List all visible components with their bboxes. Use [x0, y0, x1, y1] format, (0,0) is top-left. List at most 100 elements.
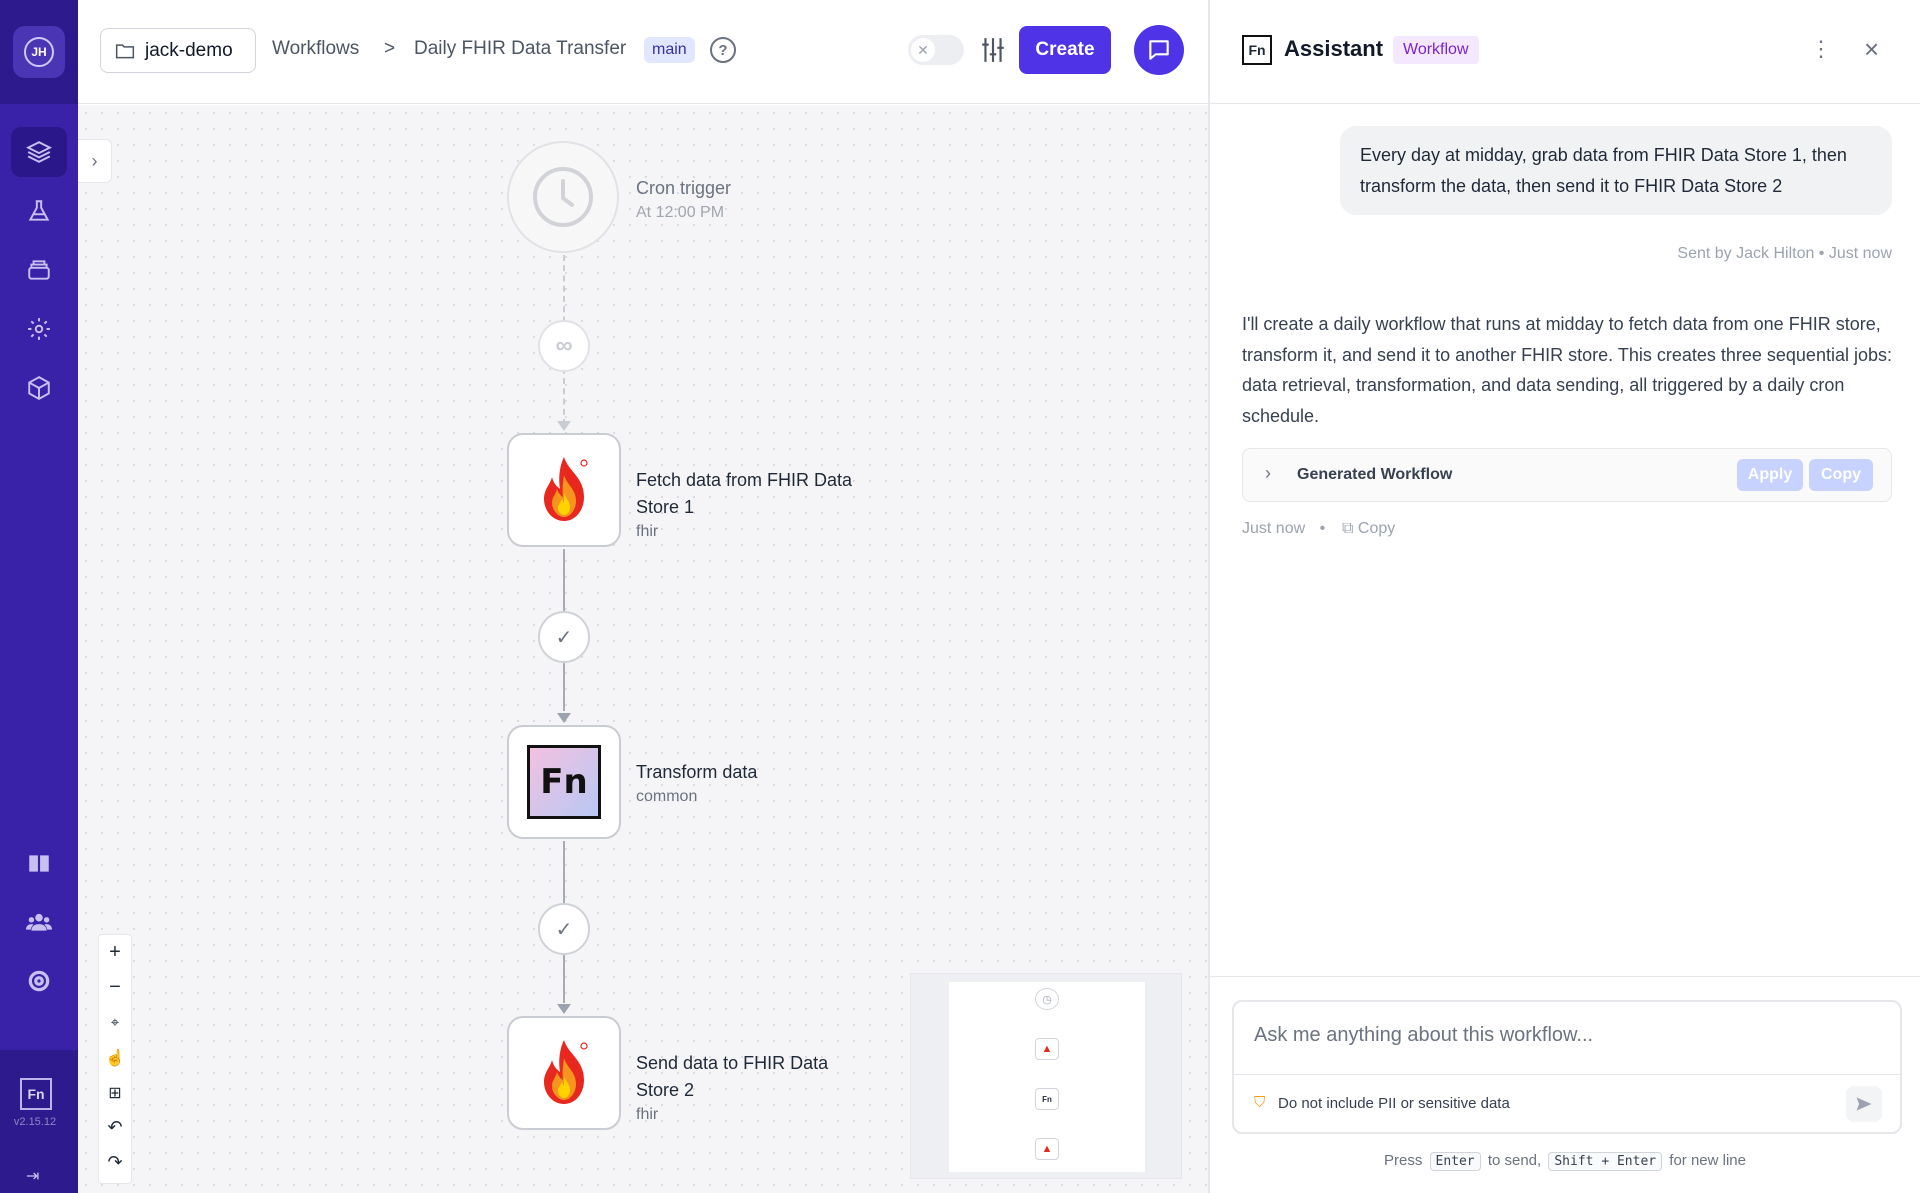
job-transform-title: Transform data: [636, 762, 758, 782]
project-switcher[interactable]: jack-demo: [100, 28, 256, 73]
app-logo: Fn: [20, 1078, 52, 1110]
expand-panel-chevron-icon[interactable]: ›: [78, 139, 112, 183]
trigger-node[interactable]: [507, 141, 619, 253]
sliders-icon[interactable]: [980, 36, 1006, 64]
keyboard-hint: Press Enter to send, Shift + Enter for n…: [1383, 1152, 1746, 1171]
breadcrumb-workflow-name[interactable]: Daily FHIR Data Transfer: [414, 38, 626, 60]
minimap-viewport: ◷ ▲ Fn ▲: [949, 982, 1145, 1172]
edge-always[interactable]: ∞: [538, 320, 590, 372]
infinity-icon: ∞: [555, 332, 573, 359]
edge-arrow-2: [557, 713, 571, 723]
workflow-enabled-toggle[interactable]: ✕: [908, 35, 964, 65]
job-fetch-title: Fetch data from FHIR Data Store 1: [636, 470, 853, 517]
job-send-adaptor: fhir: [636, 1106, 659, 1123]
book-icon: [29, 855, 49, 872]
gear-icon: [28, 318, 50, 340]
folder-icon: [115, 43, 135, 58]
more-options-icon[interactable]: ⋮: [1810, 36, 1832, 62]
trigger-title: Cron trigger: [636, 178, 732, 198]
job-fetch-adaptor: fhir: [636, 523, 659, 540]
sidebar-header: JH: [0, 0, 78, 104]
edge-on-success-1[interactable]: ✓: [538, 611, 590, 663]
cube-icon: [28, 376, 50, 400]
users-icon: [26, 913, 52, 931]
fit-view-icon[interactable]: ⌖: [99, 1005, 131, 1040]
close-icon: ✕: [911, 38, 935, 62]
input-separator: [1210, 976, 1920, 977]
chevron-right-icon[interactable]: ›: [1265, 463, 1271, 484]
generated-workflow-block[interactable]: › Generated Workflow Apply Copy: [1242, 448, 1892, 502]
minimap[interactable]: ◷ ▲ Fn ▲: [910, 973, 1182, 1179]
shield-warning-icon: ⛉: [1254, 1094, 1266, 1111]
apply-button[interactable]: Apply: [1737, 459, 1803, 491]
edge-on-success-2[interactable]: ✓: [538, 903, 590, 955]
sidebar-item-settings[interactable]: [11, 304, 67, 354]
edge-arrow-1: [557, 421, 571, 431]
assistant-header: Fn Assistant Workflow ⋮ ×: [1210, 0, 1920, 104]
chat-icon: [1149, 40, 1169, 60]
assistant-toggle-button[interactable]: [1134, 25, 1184, 75]
redo-icon[interactable]: ↷: [99, 1145, 131, 1180]
assistant-mode-badge: Workflow: [1393, 36, 1479, 64]
chat-input-box: Ask me anything about this workflow... ⛉…: [1232, 1000, 1902, 1134]
fhir-flame-icon: [544, 1040, 588, 1104]
edge-arrow-3: [557, 1004, 571, 1014]
layers-icon: [26, 141, 52, 163]
fn-adaptor-icon: Fn: [527, 745, 601, 819]
assistant-message: I'll create a daily workflow that runs a…: [1242, 314, 1892, 426]
zoom-in-icon[interactable]: +: [99, 935, 131, 970]
pointer-icon[interactable]: ☝: [99, 1040, 131, 1075]
sidebar-item-packages[interactable]: [11, 363, 67, 413]
job-node-transform[interactable]: Fn: [507, 725, 621, 839]
job-send-title: Send data to FHIR Data Store 2: [636, 1053, 829, 1100]
app-version: v2.15.12: [13, 1116, 57, 1128]
sidebar-item-projects[interactable]: [11, 127, 67, 177]
close-icon[interactable]: ×: [1864, 34, 1879, 65]
sidebar-item-history[interactable]: [11, 245, 67, 295]
generated-workflow-label: Generated Workflow: [1297, 466, 1453, 483]
send-icon: [1856, 1097, 1872, 1111]
assistant-logo: Fn: [1242, 35, 1272, 65]
archive-icon: [28, 260, 50, 280]
pii-notice: Do not include PII or sensitive data: [1278, 1095, 1510, 1112]
expand-sidebar-icon[interactable]: ⇥: [26, 1166, 39, 1186]
check-icon: ✓: [555, 918, 573, 941]
zoom-out-icon[interactable]: −: [99, 970, 131, 1005]
fhir-flame-icon: [544, 457, 588, 521]
user-message: Every day at midday, grab data from FHIR…: [1340, 126, 1892, 215]
layout-icon[interactable]: ⊞: [99, 1075, 131, 1110]
trigger-subtitle: At 12:00 PM: [636, 204, 725, 221]
workflow-canvas[interactable]: › Cron trigger At 12:00 PM ∞ Fetch data …: [78, 105, 1208, 1193]
undo-icon[interactable]: ↶: [99, 1110, 131, 1145]
sidebar-item-docs[interactable]: [11, 838, 67, 888]
copy-message-button[interactable]: ⧉ Copy: [1342, 520, 1395, 538]
branch-badge: main: [644, 37, 695, 63]
minimap-flame-icon: ▲: [1035, 1138, 1059, 1160]
minimap-clock-icon: ◷: [1035, 988, 1059, 1010]
app-sidebar: JH Fn v2.15.12 ⇥: [0, 0, 78, 1193]
check-icon: ✓: [555, 626, 573, 649]
copy-icon: ⧉: [1342, 520, 1354, 537]
breadcrumb-workflows[interactable]: Workflows: [272, 38, 359, 60]
job-node-send[interactable]: [507, 1016, 621, 1130]
chat-input[interactable]: Ask me anything about this workflow...: [1254, 1024, 1593, 1047]
assistant-title: Assistant: [1284, 36, 1384, 61]
job-transform-adaptor: common: [636, 788, 698, 805]
user-avatar[interactable]: JH: [13, 26, 65, 78]
job-node-fetch[interactable]: [507, 433, 621, 547]
sidebar-item-community[interactable]: [11, 897, 67, 947]
send-button[interactable]: [1846, 1086, 1882, 1122]
copy-code-button[interactable]: Copy: [1809, 459, 1873, 491]
create-button[interactable]: Create: [1019, 26, 1111, 74]
input-divider: [1234, 1074, 1900, 1075]
help-icon[interactable]: ?: [710, 37, 736, 63]
clock-icon: [533, 167, 593, 227]
flask-icon: [28, 200, 50, 221]
assistant-panel: Fn Assistant Workflow ⋮ × Every day at m…: [1210, 0, 1920, 1193]
sidebar-item-sandbox[interactable]: [11, 186, 67, 236]
minimap-flame-icon: ▲: [1035, 1038, 1059, 1060]
sidebar-item-support[interactable]: [11, 956, 67, 1006]
user-initials: JH: [24, 37, 54, 67]
breadcrumb-chevron-icon: >: [384, 38, 396, 59]
user-message-meta: Sent by Jack Hilton • Just now: [1677, 245, 1892, 262]
